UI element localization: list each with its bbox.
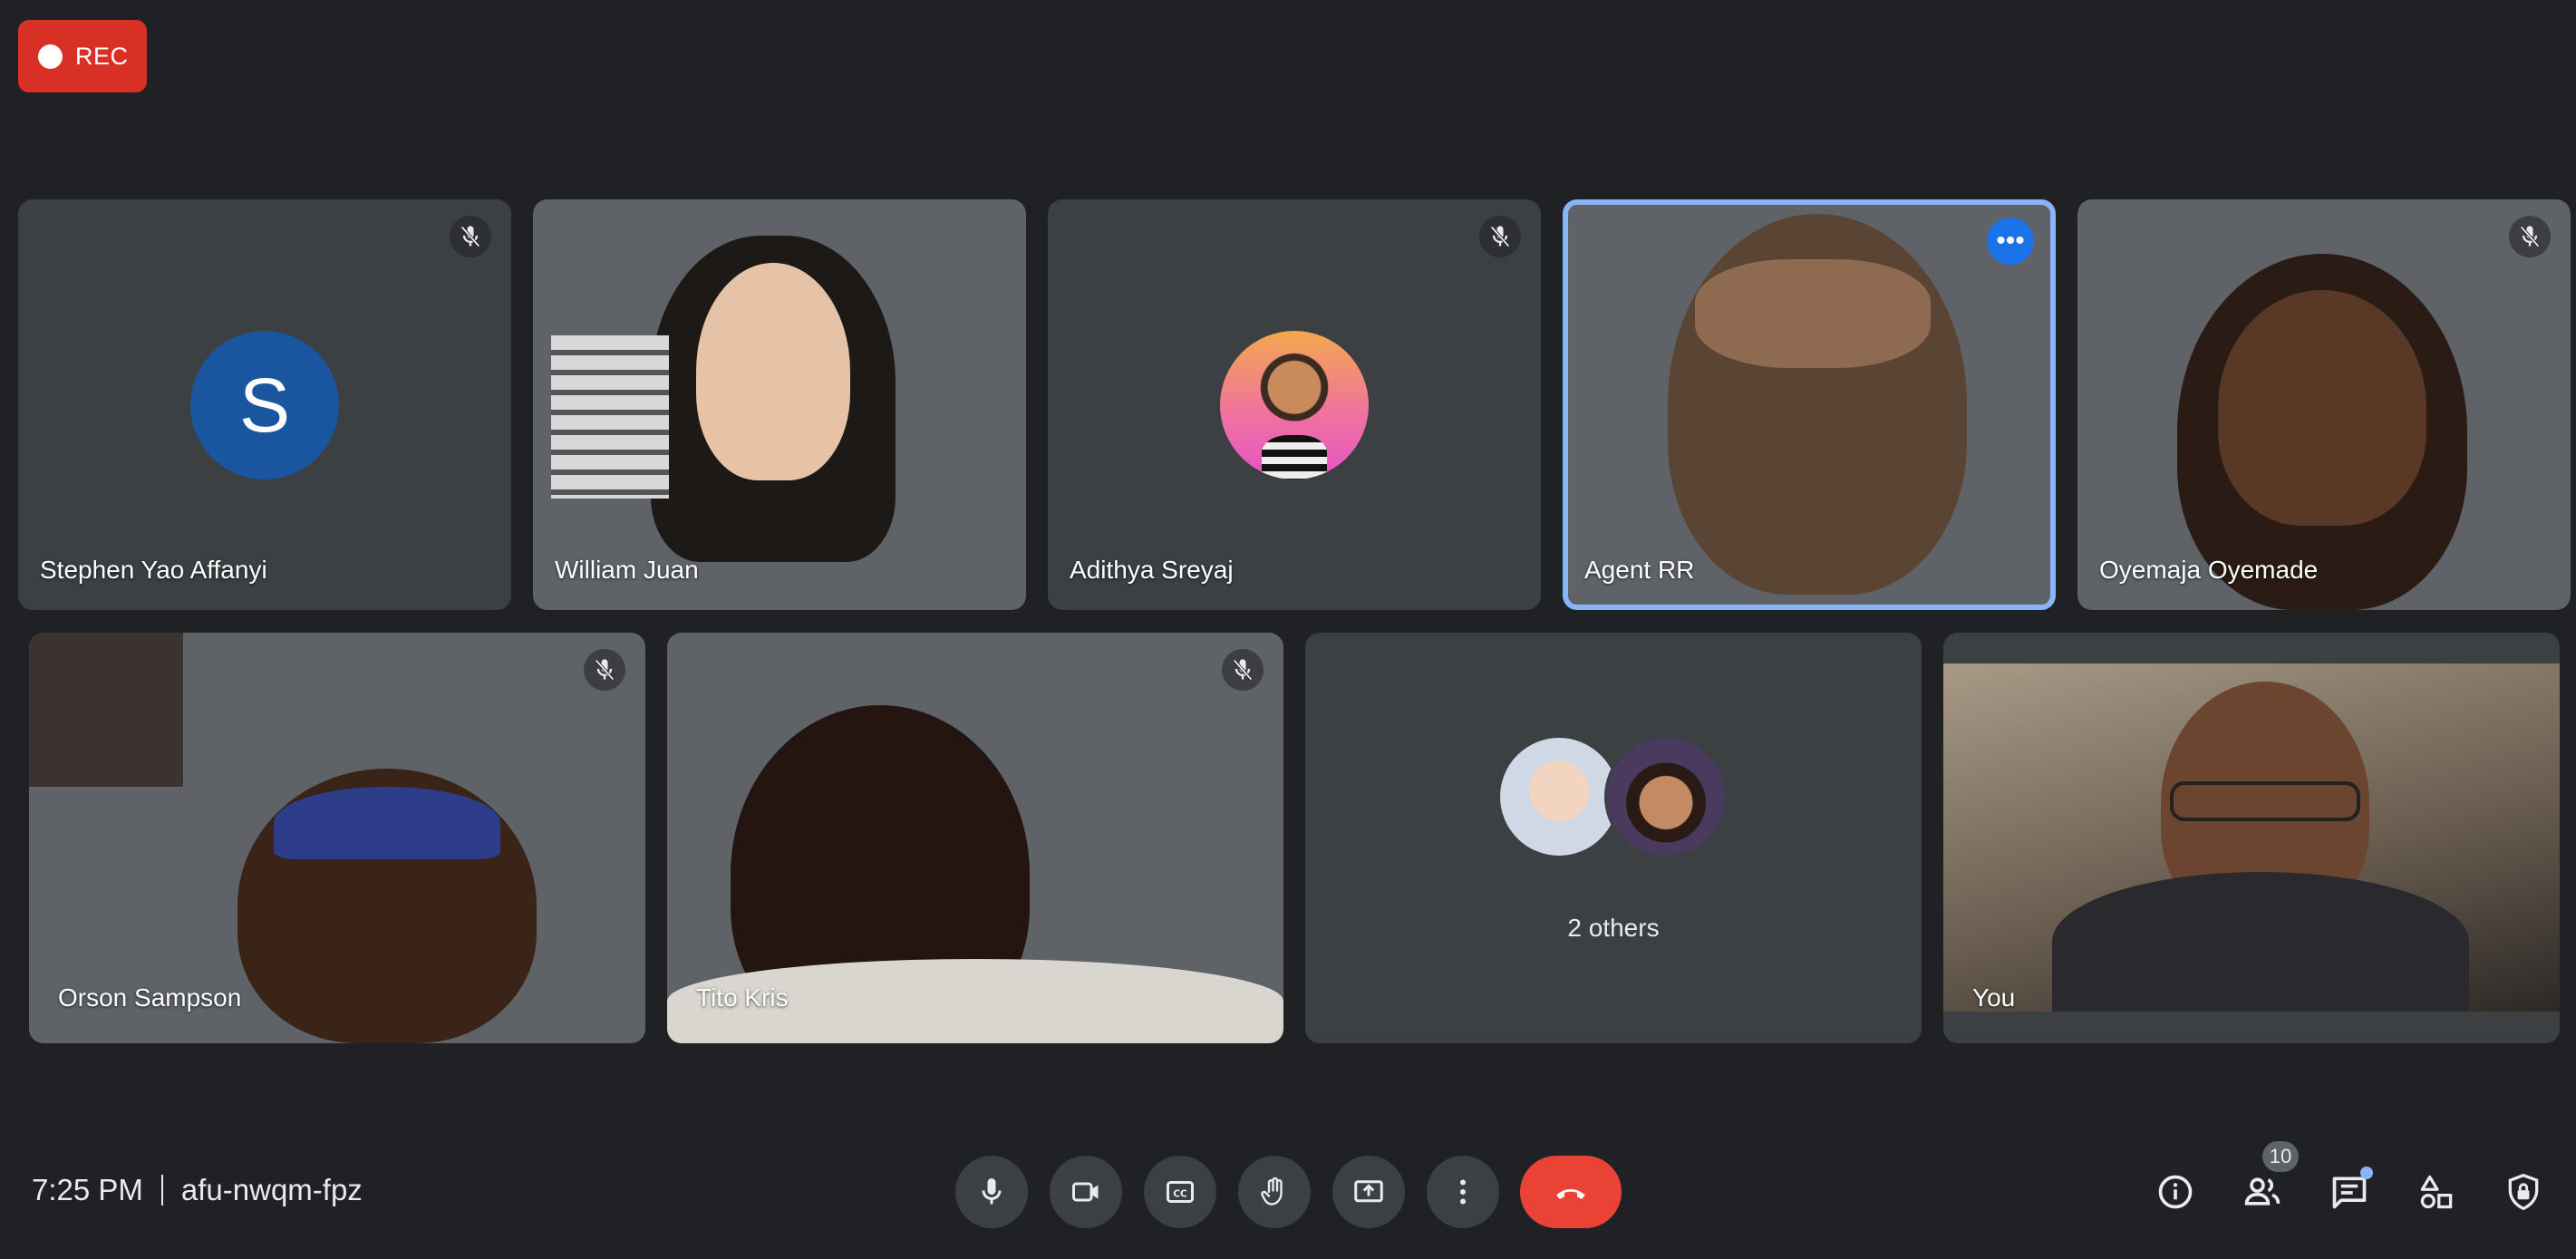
info-icon [2158,1175,2193,1209]
participant-name: Tito Kris [696,983,789,1012]
glasses [2170,781,2360,821]
microphone-icon [982,1178,1002,1205]
more-options-icon [1460,1179,1466,1205]
others-label: 2 others [1567,914,1660,942]
avatar [1497,735,1621,858]
recording-badge: REC [18,20,147,92]
background-shelf [29,633,183,787]
muted-mic-icon [584,649,625,691]
muted-mic-icon [1479,216,1521,257]
chat-notification-dot [2360,1167,2373,1179]
avatar [1220,331,1369,479]
captions-button[interactable]: CC [1144,1156,1216,1228]
camera-icon [1072,1182,1099,1202]
clock-time: 7:25 PM [32,1173,143,1206]
present-screen-button[interactable] [1332,1156,1405,1228]
participant-tile-william[interactable]: William Juan [533,199,1026,610]
participant-tile-agent-rr[interactable]: ••• Agent RR [1563,199,2056,610]
svg-text:CC: CC [1173,1188,1187,1199]
participant-name: William Juan [555,556,699,584]
face [696,263,850,480]
participant-tile-you[interactable]: You [1943,633,2560,1043]
people-icon [2244,1177,2281,1206]
record-dot-icon [38,44,63,69]
meeting-details-button[interactable] [2146,1163,2204,1221]
avatar: S [190,331,339,479]
participant-name: Adithya Sreyaj [1070,556,1234,584]
raise-hand-icon [1261,1177,1283,1206]
divider [160,1175,163,1206]
muted-mic-icon [1222,649,1264,691]
raise-hand-button[interactable] [1238,1156,1311,1228]
hands [1695,259,1931,368]
participant-tile-stephen[interactable]: S Stephen Yao Affanyi [18,199,511,610]
host-controls-icon [2508,1173,2539,1211]
leave-call-button[interactable] [1520,1156,1622,1228]
chat-button[interactable] [2320,1163,2378,1221]
more-options-icon[interactable]: ••• [1987,218,2034,265]
activities-button[interactable] [2407,1163,2465,1221]
participant-name: Orson Sampson [58,983,242,1012]
muted-mic-icon [450,216,491,257]
participant-name: Stephen Yao Affanyi [40,556,267,584]
present-screen-icon [1354,1180,1383,1203]
participant-tile-adithya[interactable]: Adithya Sreyaj [1048,199,1541,610]
captions-icon: CC [1167,1181,1194,1203]
meeting-code: afu-nwqm-fpz [180,1173,363,1206]
others-tile[interactable]: 2 others [1305,633,1922,1043]
meeting-info: 7:25 PM afu-nwqm-fpz [32,1173,363,1207]
participant-tile-oyemaja[interactable]: Oyemaja Oyemade [2077,199,2571,610]
recording-label: REC [75,42,129,70]
microphone-button[interactable] [955,1156,1028,1228]
avatar [1604,735,1728,858]
camera-button[interactable] [1050,1156,1122,1228]
jacket [2052,872,2469,1012]
face [2218,290,2426,526]
participant-count-badge: 10 [2262,1141,2299,1172]
participant-name: Agent RR [1584,556,1695,584]
hang-up-icon [1556,1188,1585,1199]
participant-tile-tito[interactable]: Tito Kris [667,633,1283,1043]
participant-tile-orson[interactable]: Orson Sampson [29,633,645,1043]
more-options-button[interactable] [1427,1156,1499,1228]
muted-mic-icon [2509,216,2551,257]
keyboard-rack [551,335,669,499]
host-controls-button[interactable] [2494,1163,2552,1221]
headphones [274,787,500,859]
activities-icon [2420,1175,2453,1209]
people-button[interactable]: 10 [2233,1141,2299,1221]
self-video-feed [1943,663,2560,1012]
participant-name: Oyemaja Oyemade [2099,556,2319,584]
participant-name: You [1972,983,2016,1012]
